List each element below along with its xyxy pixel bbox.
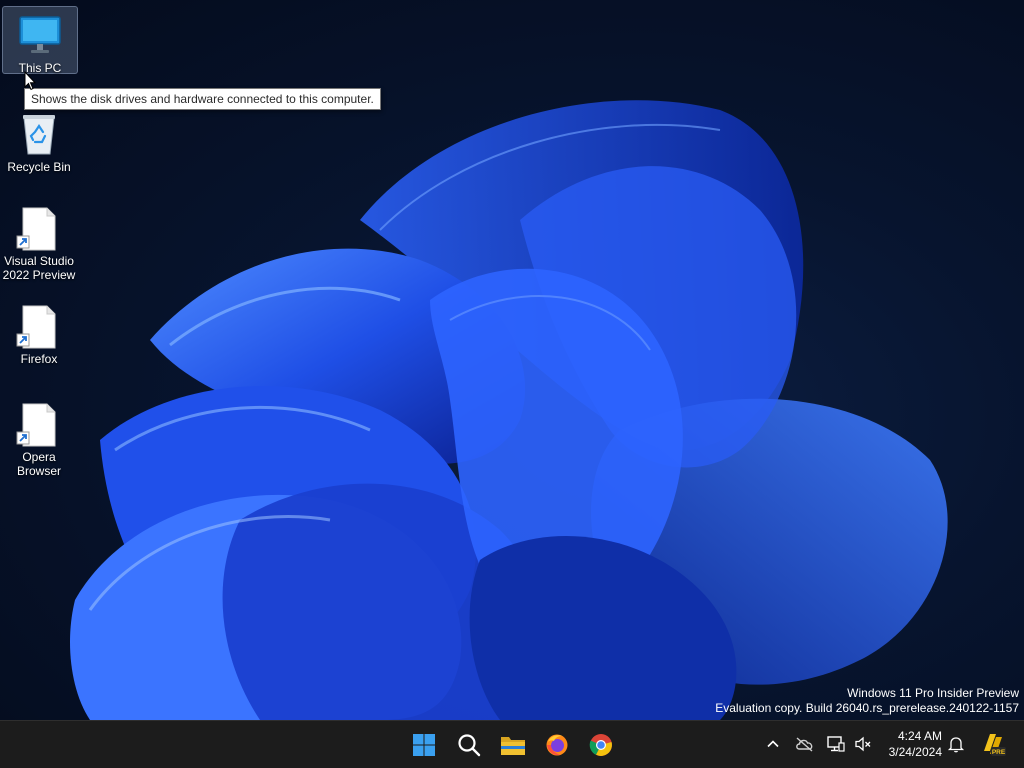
- file-explorer-icon: [501, 737, 525, 755]
- shortcut-file-icon: [15, 400, 63, 448]
- desktop-icon-label: Visual Studio 2022 Preview: [2, 254, 76, 282]
- evaluation-watermark: Windows 11 Pro Insider Preview Evaluatio…: [715, 686, 1019, 716]
- desktop-icon-opera[interactable]: Opera Browser: [1, 396, 77, 478]
- start-button[interactable]: [406, 727, 442, 763]
- file-explorer-button[interactable]: [495, 727, 531, 763]
- chevron-up-icon: [767, 740, 779, 748]
- bell-icon: [947, 737, 965, 753]
- chrome-icon: [589, 734, 612, 756]
- start-icon: [413, 734, 435, 756]
- copilot-button[interactable]: PRE: [980, 731, 1006, 757]
- desktop-icon-visual-studio[interactable]: Visual Studio 2022 Preview: [1, 200, 77, 282]
- mouse-cursor-icon: [24, 71, 36, 91]
- search-icon: [458, 734, 481, 757]
- cloud-offline-icon: [796, 737, 813, 752]
- copilot-icon: PRE: [984, 734, 1006, 756]
- monitor-icon: [16, 11, 64, 59]
- search-button[interactable]: [451, 727, 487, 763]
- watermark-line2: Evaluation copy. Build 26040.rs_prerelea…: [715, 701, 1019, 715]
- desktop-icon-recycle-bin[interactable]: Recycle Bin: [1, 106, 77, 174]
- clock[interactable]: 4:24 AM 3/24/2024: [889, 728, 942, 760]
- chrome-button[interactable]: [583, 727, 619, 763]
- clock-time: 4:24 AM: [897, 729, 942, 743]
- desktop[interactable]: This PC Recycle Bin Visual Studio 2022 P…: [0, 0, 1024, 720]
- desktop-icon-label: Firefox: [20, 352, 58, 366]
- firefox-icon: [546, 734, 568, 756]
- clock-date: 3/24/2024: [888, 745, 942, 759]
- desktop-icon-label: This PC: [18, 61, 62, 75]
- notifications-button[interactable]: [945, 733, 967, 755]
- volume-muted-icon: [855, 736, 871, 752]
- show-hidden-icons-button[interactable]: [762, 733, 784, 755]
- network-button[interactable]: [825, 733, 847, 755]
- pre-badge-text: PRE: [992, 749, 1006, 756]
- desktop-icon-label: Recycle Bin: [7, 160, 71, 174]
- tooltip: Shows the disk drives and hardware conne…: [24, 88, 381, 110]
- firefox-button[interactable]: [539, 727, 575, 763]
- network-icon: [827, 736, 845, 752]
- recycle-bin-icon: [15, 110, 63, 158]
- desktop-icon-label: Opera Browser: [16, 450, 61, 478]
- shortcut-file-icon: [15, 302, 63, 350]
- desktop-icon-firefox[interactable]: Firefox: [1, 298, 77, 366]
- shortcut-file-icon: [15, 204, 63, 252]
- taskbar: 4:24 AM 3/24/2024 PRE: [0, 720, 1024, 768]
- volume-button[interactable]: [852, 733, 874, 755]
- desktop-icon-this-pc[interactable]: This PC: [2, 6, 78, 75]
- watermark-line1: Windows 11 Pro Insider Preview: [847, 686, 1019, 700]
- onedrive-button[interactable]: [794, 733, 816, 755]
